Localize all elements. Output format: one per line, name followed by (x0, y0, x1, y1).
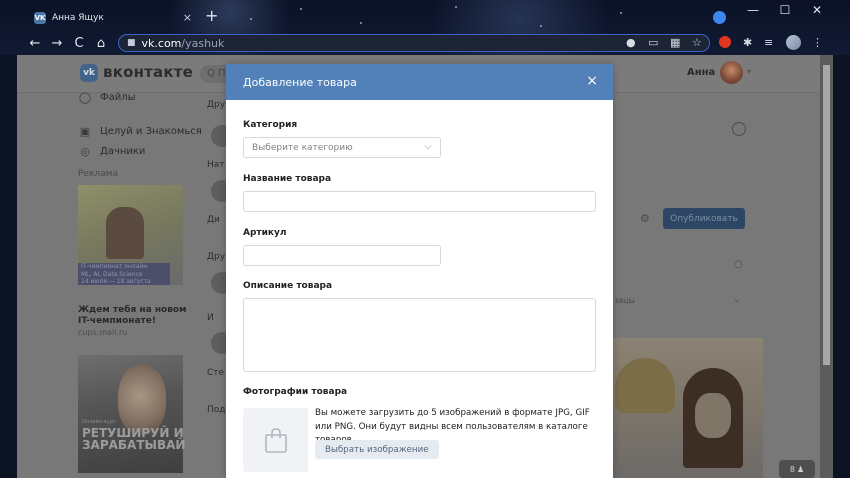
ad-person-image (106, 207, 144, 259)
badge-count: 8 (789, 464, 795, 474)
choose-image-button[interactable]: Выбрать изображение (315, 440, 439, 459)
ad-face-image (118, 365, 166, 435)
left-menu-label: Дачники (100, 145, 146, 157)
image-shape (615, 358, 675, 413)
header-user-name[interactable]: Анна (687, 67, 715, 78)
chevron-down-icon: ⌵ (424, 141, 432, 152)
mid-label: И (207, 313, 214, 323)
forward-button[interactable]: → (46, 36, 68, 51)
browser-menu-icon[interactable]: ⋮ (812, 36, 823, 49)
extensions-puzzle-icon[interactable]: ✱ (743, 36, 752, 49)
reload-button[interactable]: C (68, 36, 90, 51)
ad-banner-line: 14 июля — 18 августа (78, 279, 170, 285)
description-label: Описание товара (243, 281, 333, 291)
left-menu-item-kiss[interactable]: ▣ Целуй и Знакомься (78, 121, 206, 141)
post-image-anime[interactable] (613, 338, 763, 478)
star-decoration (250, 18, 252, 20)
vk-logo-icon[interactable]: vk (80, 64, 98, 82)
emoji-smile-icon[interactable] (732, 122, 746, 136)
ad-url[interactable]: cups.mail.ru (78, 328, 127, 337)
product-name-label: Название товара (243, 174, 332, 184)
modal-title: Добавление товара (243, 75, 357, 89)
left-menu-item-dacha[interactable]: ◎ Дачники (78, 141, 206, 161)
settings-gear-icon[interactable]: ⚙ (640, 212, 650, 225)
category-label: Категория (243, 120, 298, 130)
home-button[interactable]: ⌂ (90, 36, 112, 51)
mid-label: Нат (207, 160, 225, 170)
article-input[interactable] (243, 245, 441, 266)
ad-tag: Онлайн-курс (82, 419, 116, 425)
star-decoration (540, 25, 542, 27)
mid-label: Дру (207, 100, 226, 110)
ads-label: Реклама (78, 169, 118, 179)
vk-logo-text[interactable]: вконтакте (103, 63, 193, 81)
ad-banner-retouch[interactable]: Онлайн-курс РЕТУШИРУЙ И ЗАРАБАТЫВАЙ (78, 355, 186, 473)
profile-indicator-icon[interactable] (713, 11, 726, 24)
url-host: vk.com (141, 36, 182, 50)
browser-chrome: VK Анна Ящук × + — ☐ ✕ ← → C ⌂ ■ vk.com /… (0, 0, 850, 55)
photos-label: Фотографии товара (243, 387, 348, 397)
description-textarea[interactable] (243, 298, 596, 372)
mid-label: Дру (207, 252, 226, 262)
product-name-input[interactable] (243, 191, 596, 212)
maximize-button[interactable]: ☐ (775, 3, 795, 17)
star-decoration (300, 8, 302, 10)
modal-close-button[interactable]: × (586, 74, 598, 88)
page-scrollbar[interactable] (820, 55, 833, 478)
address-bar[interactable]: ■ vk.com/yashuk (118, 34, 710, 52)
star-decoration (620, 12, 622, 14)
image-shape (695, 393, 731, 438)
bookmark-star-icon[interactable]: ☆ (692, 36, 702, 49)
vk-favicon-icon: VK (34, 11, 46, 24)
window-close-button[interactable]: ✕ (807, 3, 827, 17)
gift-icon: ▣ (79, 124, 91, 138)
scrollbar-thumb[interactable] (823, 65, 830, 365)
window-edge (833, 55, 850, 478)
mid-label: Под (207, 405, 226, 415)
mid-label: Сте (207, 368, 225, 378)
category-placeholder: Выберите категорию (252, 142, 353, 153)
people-icon: ♟ (796, 464, 805, 474)
left-menu-label: Целуй и Знакомься (100, 125, 202, 137)
gamepad-icon: ◎ (80, 144, 90, 158)
notification-badge[interactable]: 8 ♟ (779, 460, 815, 478)
chevron-down-icon[interactable]: ⌄ (733, 295, 741, 305)
chevron-down-icon[interactable]: ▾ (747, 67, 751, 76)
modal-header: Добавление товара × (226, 64, 613, 100)
photo-upload-area[interactable] (243, 408, 308, 472)
star-decoration (455, 6, 457, 8)
right-snippet-text: зацы (614, 296, 635, 305)
browser-tab[interactable]: VK Анна Ящук × (28, 7, 198, 28)
reading-list-icon[interactable]: ≡ (764, 36, 773, 49)
minimize-button[interactable]: — (743, 3, 763, 17)
ad-headline: РЕТУШИРУЙ И ЗАРАБАТЫВАЙ (82, 426, 186, 452)
back-button[interactable]: ← (24, 36, 46, 51)
publish-button[interactable]: Опубликовать (663, 208, 745, 229)
category-select[interactable]: Выберите категорию ⌵ (243, 137, 441, 158)
ad-banner-line: IT-чемпионат онлайн (78, 263, 170, 271)
left-menu: ◯ Файлы ▣ Целуй и Знакомься ◎ Дачники Ре… (78, 91, 206, 180)
location-icon[interactable]: ● (626, 36, 636, 49)
cast-icon[interactable]: ▭ (648, 36, 658, 49)
shopping-bag-icon (264, 428, 287, 453)
add-product-modal: Добавление товара × Категория Выберите к… (226, 64, 613, 478)
lock-icon: ■ (127, 38, 136, 48)
browser-profile-avatar[interactable] (786, 35, 801, 50)
url-path: /yashuk (181, 36, 225, 50)
ad-banner-it-championship[interactable]: IT-чемпионат онлайн ML, AI, Data Science… (78, 185, 183, 285)
search-icon[interactable]: ○ (734, 259, 743, 270)
ad-title[interactable]: Ждем тебя на новом IT-чемпионате! (78, 305, 188, 327)
header-avatar[interactable] (720, 61, 743, 84)
new-tab-button[interactable]: + (205, 6, 218, 25)
article-label: Артикул (243, 228, 287, 238)
mid-label: Ди (207, 215, 220, 225)
extension-opera-icon[interactable] (719, 36, 731, 48)
translate-icon[interactable]: ▦ (670, 36, 680, 49)
files-icon: ◯ (78, 90, 92, 104)
left-menu-item-files[interactable]: ◯ Файлы (78, 87, 206, 107)
star-decoration (360, 22, 362, 24)
tab-close-icon[interactable]: × (183, 11, 192, 24)
tab-title: Анна Ящук (52, 12, 104, 23)
left-menu-label: Файлы (100, 91, 136, 103)
